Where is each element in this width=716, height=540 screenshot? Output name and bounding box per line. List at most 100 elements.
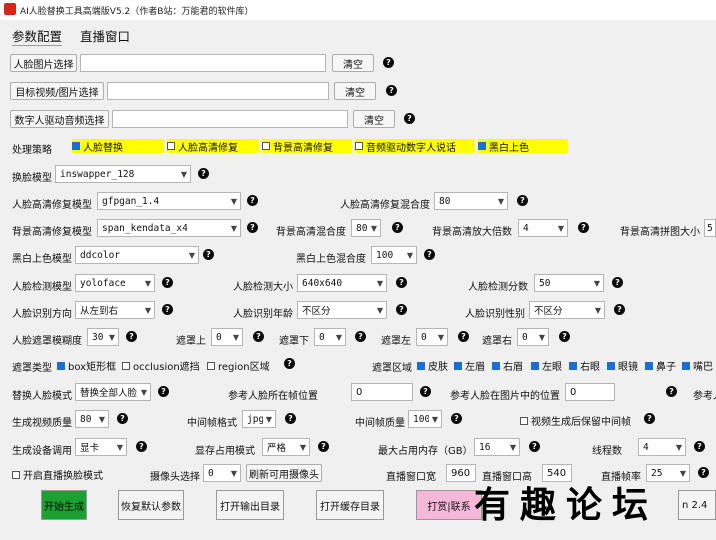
mask-region-mouth-checkbox[interactable]: 嘴巴 bbox=[682, 358, 713, 373]
restore-defaults-button[interactable]: 恢复默认参数 bbox=[118, 490, 184, 520]
bg-enhance-model-select[interactable]: span_kendata_x4 ▼ bbox=[97, 219, 241, 237]
ref-frame-input[interactable]: 0 bbox=[351, 383, 413, 401]
face-image-path-input[interactable] bbox=[80, 54, 326, 72]
checkbox-box[interactable] bbox=[520, 416, 528, 425]
donate-contact-button[interactable]: 打赏|联系 bbox=[416, 490, 482, 520]
checkbox-box[interactable] bbox=[167, 142, 175, 150]
help-icon[interactable]: ? bbox=[126, 331, 137, 342]
help-icon[interactable]: ? bbox=[612, 277, 623, 288]
help-icon[interactable]: ? bbox=[162, 277, 173, 288]
checkbox-box[interactable] bbox=[355, 142, 363, 150]
bg-enhance-tile-select[interactable]: 5 bbox=[704, 219, 716, 237]
strategy-face-swap-checkbox[interactable]: 人脸替换 bbox=[72, 139, 164, 154]
live-mode-checkbox[interactable]: 开启直播换脸模式 bbox=[12, 467, 103, 482]
colorize-blend-select[interactable]: 100 ▼ bbox=[371, 246, 417, 264]
camera-select[interactable]: 0 ▼ bbox=[203, 464, 241, 482]
audio-select-button[interactable]: 数字人驱动音频选择 bbox=[10, 110, 109, 128]
checkbox-box[interactable] bbox=[454, 361, 462, 370]
checkbox-box[interactable] bbox=[122, 361, 130, 370]
audio-path-input[interactable] bbox=[112, 110, 348, 128]
face-image-select-button[interactable]: 人脸图片选择 bbox=[10, 54, 77, 72]
help-icon[interactable]: ? bbox=[253, 331, 264, 342]
mask-left-select[interactable]: 0 ▼ bbox=[416, 328, 448, 346]
strategy-bg-enhance-checkbox[interactable]: 背景高清修复 bbox=[262, 139, 352, 154]
target-video-select-button[interactable]: 目标视频/图片选择 bbox=[10, 82, 104, 100]
checkbox-box[interactable] bbox=[417, 361, 425, 370]
checkbox-box[interactable] bbox=[569, 361, 577, 370]
help-icon[interactable]: ? bbox=[559, 331, 570, 342]
checkbox-box[interactable] bbox=[12, 470, 20, 479]
recognize-gender-select[interactable]: 不区分 ▼ bbox=[529, 301, 605, 319]
mask-region-skin-checkbox[interactable]: 皮肤 bbox=[417, 358, 448, 373]
checkbox-box[interactable] bbox=[492, 361, 500, 370]
checkbox-box[interactable] bbox=[72, 142, 80, 150]
tab-params[interactable]: 参数配置 bbox=[12, 26, 63, 46]
detect-size-select[interactable]: 640x640 ▼ bbox=[297, 274, 387, 292]
help-icon[interactable]: ? bbox=[529, 441, 540, 452]
open-cache-dir-button[interactable]: 打开缓存目录 bbox=[316, 490, 384, 520]
mask-region-right-brow-checkbox[interactable]: 右眉 bbox=[492, 358, 523, 373]
mask-region-glasses-checkbox[interactable]: 眼镜 bbox=[607, 358, 638, 373]
frame-format-select[interactable]: jpg ▼ bbox=[242, 410, 276, 428]
face-image-clear-button[interactable]: 清空 bbox=[332, 54, 374, 72]
recognize-age-select[interactable]: 不区分 ▼ bbox=[297, 301, 387, 319]
help-icon[interactable]: ? bbox=[420, 386, 431, 397]
mask-region-left-brow-checkbox[interactable]: 左眉 bbox=[454, 358, 485, 373]
strategy-audio-driven-checkbox[interactable]: 音频驱动数字人说话 bbox=[355, 139, 475, 154]
max-memory-select[interactable]: 16 ▼ bbox=[474, 438, 520, 456]
version-button[interactable]: n 2.4 bbox=[678, 490, 716, 520]
help-icon[interactable]: ? bbox=[162, 304, 173, 315]
face-enhance-model-select[interactable]: gfpgan_1.4 ▼ bbox=[97, 192, 241, 210]
help-icon[interactable]: ? bbox=[396, 304, 407, 315]
help-icon[interactable]: ? bbox=[318, 441, 329, 452]
checkbox-box[interactable] bbox=[607, 361, 615, 370]
detect-score-select[interactable]: 50 ▼ bbox=[534, 274, 604, 292]
help-icon[interactable]: ? bbox=[698, 467, 709, 478]
strategy-colorize-checkbox[interactable]: 黑白上色 bbox=[478, 139, 568, 154]
help-icon[interactable]: ? bbox=[355, 331, 366, 342]
refresh-camera-button[interactable]: 刷新可用摄像头 bbox=[246, 464, 322, 482]
mask-blur-select[interactable]: 30 ▼ bbox=[87, 328, 119, 346]
help-icon[interactable]: ? bbox=[247, 222, 258, 233]
tab-live-window[interactable]: 直播窗口 bbox=[80, 26, 130, 45]
vram-mode-select[interactable]: 严格 ▼ bbox=[262, 438, 310, 456]
checkbox-box[interactable] bbox=[645, 361, 653, 370]
checkbox-box[interactable] bbox=[207, 361, 215, 370]
help-icon[interactable]: ? bbox=[404, 113, 415, 124]
help-icon[interactable]: ? bbox=[386, 85, 397, 96]
target-video-path-input[interactable] bbox=[107, 82, 329, 100]
help-icon[interactable]: ? bbox=[117, 413, 128, 424]
face-enhance-blend-select[interactable]: 80 ▼ bbox=[434, 192, 508, 210]
mask-region-right-eye-checkbox[interactable]: 右眼 bbox=[569, 358, 600, 373]
detect-model-select[interactable]: yoloface ▼ bbox=[75, 274, 155, 292]
mask-type-region-checkbox[interactable]: region区域 bbox=[207, 358, 270, 373]
help-icon[interactable]: ? bbox=[203, 249, 214, 260]
start-generate-button[interactable]: 开始生成 bbox=[41, 490, 87, 520]
mask-region-left-eye-checkbox[interactable]: 左眼 bbox=[531, 358, 562, 373]
live-width-input[interactable]: 960 bbox=[446, 464, 476, 482]
help-icon[interactable]: ? bbox=[285, 413, 296, 424]
audio-clear-button[interactable]: 清空 bbox=[353, 110, 395, 128]
help-icon[interactable]: ? bbox=[247, 195, 258, 206]
checkbox-box[interactable] bbox=[57, 361, 65, 370]
help-icon[interactable]: ? bbox=[383, 57, 394, 68]
ref-position-input[interactable]: 0 bbox=[565, 383, 615, 401]
keep-frames-checkbox[interactable]: 视频生成后保留中间帧 bbox=[520, 413, 631, 428]
bg-enhance-blend-select[interactable]: 80 ▼ bbox=[351, 219, 381, 237]
help-icon[interactable]: ? bbox=[396, 277, 407, 288]
help-icon[interactable]: ? bbox=[614, 304, 625, 315]
help-icon[interactable]: ? bbox=[424, 249, 435, 260]
frame-quality-select[interactable]: 100 ▼ bbox=[408, 410, 442, 428]
help-icon[interactable]: ? bbox=[392, 222, 403, 233]
help-icon[interactable]: ? bbox=[517, 195, 528, 206]
device-select[interactable]: 显卡 ▼ bbox=[75, 438, 127, 456]
checkbox-box[interactable] bbox=[682, 361, 690, 370]
mask-type-occlusion-checkbox[interactable]: occlusion遮挡 bbox=[122, 358, 200, 373]
help-icon[interactable]: ? bbox=[198, 168, 209, 179]
checkbox-box[interactable] bbox=[262, 142, 270, 150]
mask-top-select[interactable]: 0 ▼ bbox=[211, 328, 243, 346]
mask-type-box-checkbox[interactable]: box矩形框 bbox=[57, 358, 116, 373]
strategy-face-enhance-checkbox[interactable]: 人脸高清修复 bbox=[167, 139, 259, 154]
replace-mode-select[interactable]: 替换全部人脸 ▼ bbox=[75, 383, 151, 401]
target-video-clear-button[interactable]: 清空 bbox=[334, 82, 376, 100]
